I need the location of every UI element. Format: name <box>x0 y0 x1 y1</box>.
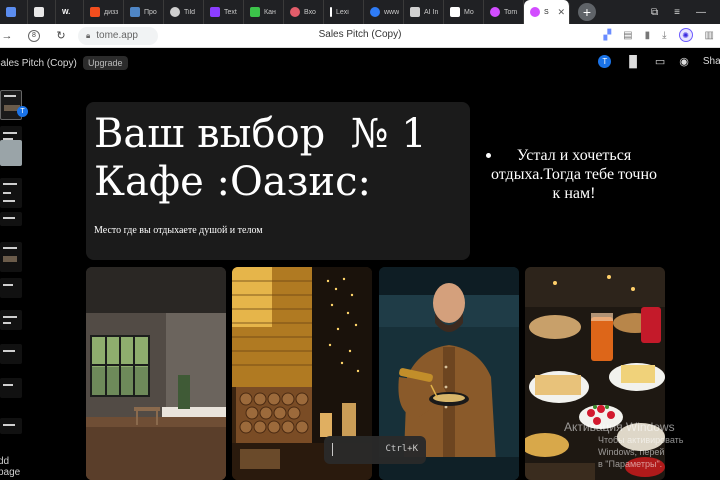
window-controls: ⧉ ≡ — <box>651 7 720 18</box>
tab-favicon-icon <box>330 7 332 17</box>
bullet-dot <box>486 153 491 158</box>
downloads-icon[interactable]: ▤ <box>623 30 632 41</box>
browser-tab[interactable]: Mo <box>444 0 484 24</box>
page-thumbnail[interactable] <box>0 212 22 226</box>
lock-icon: 🔒︎ <box>86 30 91 40</box>
page-thumbnail[interactable] <box>0 310 22 330</box>
browser-tab[interactable]: Tom <box>484 0 524 24</box>
tab-label: AI In <box>424 8 439 16</box>
shortcut-hint: Ctrl+K <box>385 444 418 454</box>
tab-label: Lexi <box>336 8 349 16</box>
url-field[interactable]: 🔒︎ tome.app <box>78 26 158 45</box>
document-title[interactable]: Sales Pitch (Copy) <box>0 58 77 69</box>
download-arrow-icon[interactable]: ⤓ <box>662 30 666 41</box>
browser-tab[interactable]: Про <box>124 0 164 24</box>
page-thumbnail[interactable] <box>0 278 22 298</box>
profile-avatar[interactable]: ✺ <box>678 28 693 42</box>
browser-tab-active[interactable]: S ✕ <box>524 0 570 24</box>
bullet-text[interactable]: Устал и хочеться отдыха.Тогда тебе точно… <box>486 146 662 203</box>
browser-tab[interactable]: www <box>364 0 404 24</box>
page-thumbnails: T dd page <box>0 82 28 480</box>
record-icon[interactable]: ◉ <box>679 55 689 68</box>
close-icon[interactable]: ✕ <box>557 7 565 18</box>
tab-label: S <box>544 8 549 16</box>
tab-favicon-icon <box>210 7 220 17</box>
upgrade-button[interactable]: Upgrade <box>83 56 128 70</box>
title-card[interactable]: Ваш выбор № 1 Кафе :Оазис: Место где вы … <box>86 102 470 260</box>
comment-icon[interactable]: ▭ <box>655 55 665 68</box>
bookmark-icon[interactable]: ▮ <box>645 30 651 41</box>
slide-heading[interactable]: Ваш выбор № 1 Кафе :Оазис: <box>94 110 470 206</box>
browser-tab[interactable]: AI In <box>404 0 444 24</box>
app-header: Sales Pitch (Copy) Upgrade T ▐▌ ▭ ◉ Shar <box>0 48 720 78</box>
browser-tab[interactable] <box>28 0 56 24</box>
tab-favicon-icon <box>410 7 420 17</box>
tab-favicon-icon <box>250 7 260 17</box>
page-thumbnail[interactable] <box>0 242 22 272</box>
extension-icon[interactable]: ▞ <box>603 30 611 41</box>
browser-tab[interactable]: Lexi <box>324 0 364 24</box>
tab-label: Mo <box>464 8 474 16</box>
back-arrow-icon[interactable]: → <box>0 29 14 43</box>
bullet-label: Устал и хочеться отдыха.Тогда тебе точно… <box>490 147 658 202</box>
tome-icon <box>530 7 540 17</box>
tab-favicon-icon <box>450 7 460 17</box>
browser-tab[interactable]: дизз <box>84 0 124 24</box>
screen: W. дизз Про Tild Text Кан Вхо Lexi www A… <box>0 0 720 480</box>
slide-subtitle[interactable]: Место где вы отдыхаете душой и телом <box>94 225 263 236</box>
tab-search-icon[interactable]: ⧉ <box>651 7 658 18</box>
page-thumbnail[interactable] <box>0 178 22 208</box>
page-thumbnail[interactable] <box>0 418 22 434</box>
reload-icon[interactable]: ↻ <box>54 29 68 43</box>
watermark-title: Активация Windows <box>564 420 675 434</box>
url-text: tome.app <box>96 30 138 41</box>
browser-tab[interactable]: Tild <box>164 0 204 24</box>
menu-icon[interactable]: ≡ <box>674 7 680 18</box>
tab-label: Tild <box>184 8 196 16</box>
watermark-line: в "Параметры". <box>598 459 663 469</box>
header-actions: T ▐▌ ▭ ◉ Shar <box>598 55 720 68</box>
tab-label: www <box>384 8 400 16</box>
tab-favicon-icon <box>370 7 380 17</box>
tome-icon <box>490 7 500 17</box>
page-thumbnail[interactable] <box>0 140 22 166</box>
tab-favicon-icon <box>130 7 140 17</box>
command-input[interactable]: Ctrl+K <box>324 436 426 464</box>
tab-favicon-icon <box>6 7 16 17</box>
tab-label: Text <box>224 8 237 16</box>
tab-favicon-icon <box>290 7 300 17</box>
browser-tab[interactable] <box>0 0 28 24</box>
vpn-icon[interactable]: 8 <box>28 29 40 42</box>
browser-tab[interactable]: Text <box>204 0 244 24</box>
page-thumbnail[interactable] <box>0 378 22 398</box>
address-bar-actions: ▞ ▤ ▮ ⤓ ✺ ▥ <box>603 28 714 42</box>
tab-label: Кан <box>264 8 276 16</box>
page-thumbnail[interactable] <box>0 344 22 364</box>
figma-icon <box>90 7 100 17</box>
watermark-line: Чтобы активировать Windows, перей <box>598 435 684 457</box>
browser-tab[interactable]: Кан <box>244 0 284 24</box>
tab-label: W. <box>62 8 71 16</box>
minimize-icon[interactable]: — <box>696 7 706 18</box>
camera-icon <box>34 7 44 17</box>
tab-label: Tom <box>504 8 518 16</box>
user-avatar[interactable]: T <box>598 55 612 68</box>
sidebar-icon[interactable]: ▥ <box>705 30 714 41</box>
add-page-button[interactable]: dd page <box>0 456 24 478</box>
user-avatar: T <box>17 106 28 117</box>
browser-tab[interactable]: W. <box>56 0 84 24</box>
text-caret <box>332 443 333 456</box>
share-button[interactable]: Shar <box>703 56 720 67</box>
browser-tab[interactable]: Вхо <box>284 0 324 24</box>
new-tab-button[interactable]: + <box>578 3 596 21</box>
tab-label: Про <box>144 8 157 16</box>
help-icon <box>170 7 180 17</box>
browser-tab-strip: W. дизз Про Tild Text Кан Вхо Lexi www A… <box>0 0 720 24</box>
tab-label: дизз <box>104 8 119 16</box>
tab-label: Вхо <box>304 8 316 16</box>
windows-activation-watermark: Активация Windows Чтобы активировать Win… <box>564 420 720 470</box>
bar-chart-icon[interactable]: ▐▌ <box>625 56 641 68</box>
address-bar: → 8 ↻ 🔒︎ tome.app Sales Pitch (Copy) ▞ ▤… <box>0 24 720 48</box>
interior-photo[interactable] <box>86 267 226 480</box>
